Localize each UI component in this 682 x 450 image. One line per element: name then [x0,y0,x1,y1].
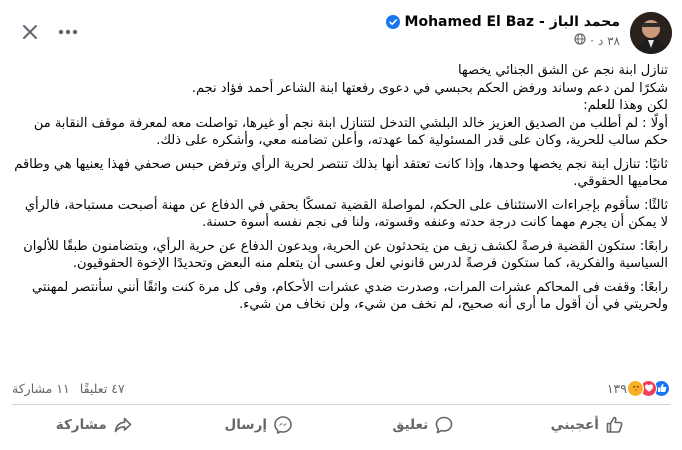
comments-count[interactable]: ٤٧ تعليقًا [80,381,125,396]
post-paragraph: ثانيًا: تنازل ابنة نجم يخصها وحدها، وإذا… [14,156,668,190]
post-paragraph: ثالثًا: سأقوم بإجراءات الاستئناف على الح… [24,197,668,231]
care-icon [627,379,644,397]
post-actions: أعجبني تعليق إرسال مشاركة [12,408,670,442]
comment-label: تعليق [392,417,429,433]
facebook-post: محمد الباز - Mohamed El Baz ٣٨ د · تنازل… [0,0,682,450]
post-paragraph: رابعًا: وقفت فى المحاكم عشرات المرات، وص… [32,279,668,313]
send-button[interactable]: إرسال [177,408,342,442]
like-button[interactable]: أعجبني [506,408,671,442]
post-meta: ٣٨ د · [386,33,620,48]
comment-icon [435,416,453,434]
post-paragraph: أولًا : لم أطلب من الصديق العزيز خالد ال… [33,115,668,149]
reaction-icons [627,379,670,397]
author-name-separator: - [538,14,545,30]
verified-badge-icon [385,15,400,29]
avatar-image [630,12,672,54]
share-label: مشاركة [55,417,107,433]
post-body: تنازل ابنة نجم عن الشق الجنائي يخصها شكر… [14,62,668,318]
more-horizontal-icon [58,29,78,35]
globe-icon [574,33,586,48]
close-icon [23,25,37,39]
share-button[interactable]: مشاركة [12,408,177,442]
like-label: أعجبني [550,417,599,433]
messenger-icon [274,416,292,434]
post-timestamp[interactable]: ٣٨ د [598,34,620,48]
author-name-latin[interactable]: Mohamed El Baz [405,14,534,30]
post-paragraph: لكن وهذا للعلم: [583,98,668,113]
more-options-button[interactable] [54,18,82,46]
author-name-arabic[interactable]: محمد الباز [550,14,620,30]
close-button[interactable] [16,18,44,46]
post-header: محمد الباز - Mohamed El Baz ٣٨ د · [10,10,672,58]
divider [12,404,670,405]
author-info: محمد الباز - Mohamed El Baz ٣٨ د · [385,14,620,48]
post-stats: ١٣٩ ٤٧ تعليقًا ١١ مشاركة [12,378,670,398]
shares-count[interactable]: ١١ مشاركة [12,381,70,396]
reactions-count[interactable]: ١٣٩ [607,381,627,396]
reactions-summary[interactable]: ١٣٩ [607,379,670,397]
comment-button[interactable]: تعليق [341,408,506,442]
avatar[interactable] [630,12,672,54]
post-paragraph: تنازل ابنة نجم عن الشق الجنائي يخصها [457,63,668,78]
send-label: إرسال [224,417,267,433]
engagement-counts: ٤٧ تعليقًا ١١ مشاركة [12,381,125,396]
share-icon [114,417,132,433]
thumbs-up-icon [606,416,623,433]
post-paragraph: رابعًا: ستكون القضية فرصةً لكشف زيف من ي… [23,238,668,272]
post-paragraph: شكرًا لمن دعم وساند ورفض الحكم بحبسي في … [191,80,668,96]
meta-dot: · [590,33,594,48]
